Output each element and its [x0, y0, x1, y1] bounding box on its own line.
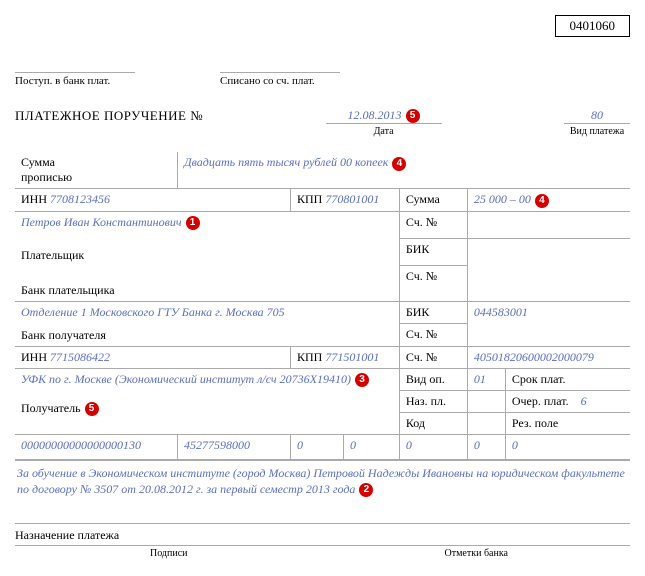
payer-kpp-label: КПП: [297, 192, 322, 206]
sch-label-2: Сч. №: [399, 266, 467, 302]
code-5: 0: [467, 434, 505, 459]
benef-bik: 044583001: [474, 305, 528, 319]
badge-3-icon: 3: [355, 373, 369, 387]
sch-label-1: Сч. №: [399, 211, 467, 238]
date-value: 12.08.20135: [326, 108, 442, 124]
payment-type-label: Вид платежа: [564, 126, 630, 137]
benef-inn-label: ИНН: [21, 350, 47, 364]
code-4: 0: [399, 434, 467, 459]
payer-name: Петров Иван Константинович: [21, 215, 182, 229]
benef-bank-label: Банк получателя: [21, 328, 393, 343]
code-6: 0: [505, 434, 630, 459]
vid-op-value: 01: [474, 372, 486, 386]
purpose-label: Назначение платежа: [15, 523, 630, 543]
sum-words-value: Двадцать пять тысяч рублей 00 копеек: [184, 155, 388, 169]
benef-inn: 7715086422: [50, 350, 110, 364]
payment-type-value: 80: [564, 108, 630, 124]
badge-4b-icon: 4: [535, 194, 549, 208]
form-code: 0401060: [555, 15, 631, 37]
badge-5b-icon: 5: [85, 402, 99, 416]
srok-label: Срок плат.: [505, 368, 630, 390]
benef-kpp: 771501001: [325, 350, 379, 364]
received-in-bank: [15, 57, 135, 73]
badge-1-icon: 1: [186, 216, 200, 230]
bik-label-2: БИК: [399, 301, 467, 324]
payer-role-label: Плательщик: [21, 248, 393, 263]
ocher-value: 6: [581, 394, 587, 408]
document-title: ПЛАТЕЖНОЕ ПОРУЧЕНИЕ №: [15, 108, 203, 124]
payer-bank-label: Банк плательщика: [21, 283, 393, 298]
bank-marks-label: Отметки банка: [323, 546, 631, 559]
debited-from-acct: [220, 57, 340, 73]
kod-label: Код: [399, 412, 467, 434]
sch-label-4: Сч. №: [399, 346, 467, 368]
code-3: 0: [344, 434, 400, 459]
received-label: Поступ. в банк плат.: [15, 75, 110, 87]
sch-label-3: Сч. №: [399, 324, 467, 347]
badge-4-icon: 4: [392, 157, 406, 171]
benef-sch: 40501820600002000079: [474, 350, 594, 364]
benef-kpp-label: КПП: [297, 350, 322, 364]
code-2: 0: [291, 434, 344, 459]
payment-purpose: За обучение в Экономическом институте (г…: [15, 460, 630, 497]
naz-pl-label: Наз. пл.: [399, 390, 467, 412]
code-0: 00000000000000000130: [15, 434, 178, 459]
payer-inn: 7708123456: [50, 192, 110, 206]
benef-branch-name: Отделение 1 Московского ГТУ Банка г. Мос…: [21, 305, 285, 319]
debited-label: Списано со сч. плат.: [220, 75, 315, 87]
badge-2-icon: 2: [359, 483, 373, 497]
rez-label: Рез. поле: [505, 412, 630, 434]
benef-role-label: Получатель: [21, 401, 81, 415]
sum-words-label: Сумма прописью: [15, 152, 178, 189]
date-label: Дата: [223, 126, 544, 137]
payer-kpp: 770801001: [325, 192, 379, 206]
benef-name: УФК по г. Москве (Экономический институт…: [21, 372, 351, 386]
bik-label-1: БИК: [399, 238, 467, 265]
code-1: 45277598000: [178, 434, 291, 459]
payer-inn-label: ИНН: [21, 192, 47, 206]
ocher-label: Очер. плат.: [512, 394, 569, 408]
vid-op-label: Вид оп.: [399, 368, 467, 390]
badge-5-icon: 5: [406, 109, 420, 123]
sum-label: Сумма: [399, 189, 467, 211]
signatures-label: Подписи: [15, 546, 323, 559]
sum-value: 25 000 – 00: [474, 192, 531, 206]
